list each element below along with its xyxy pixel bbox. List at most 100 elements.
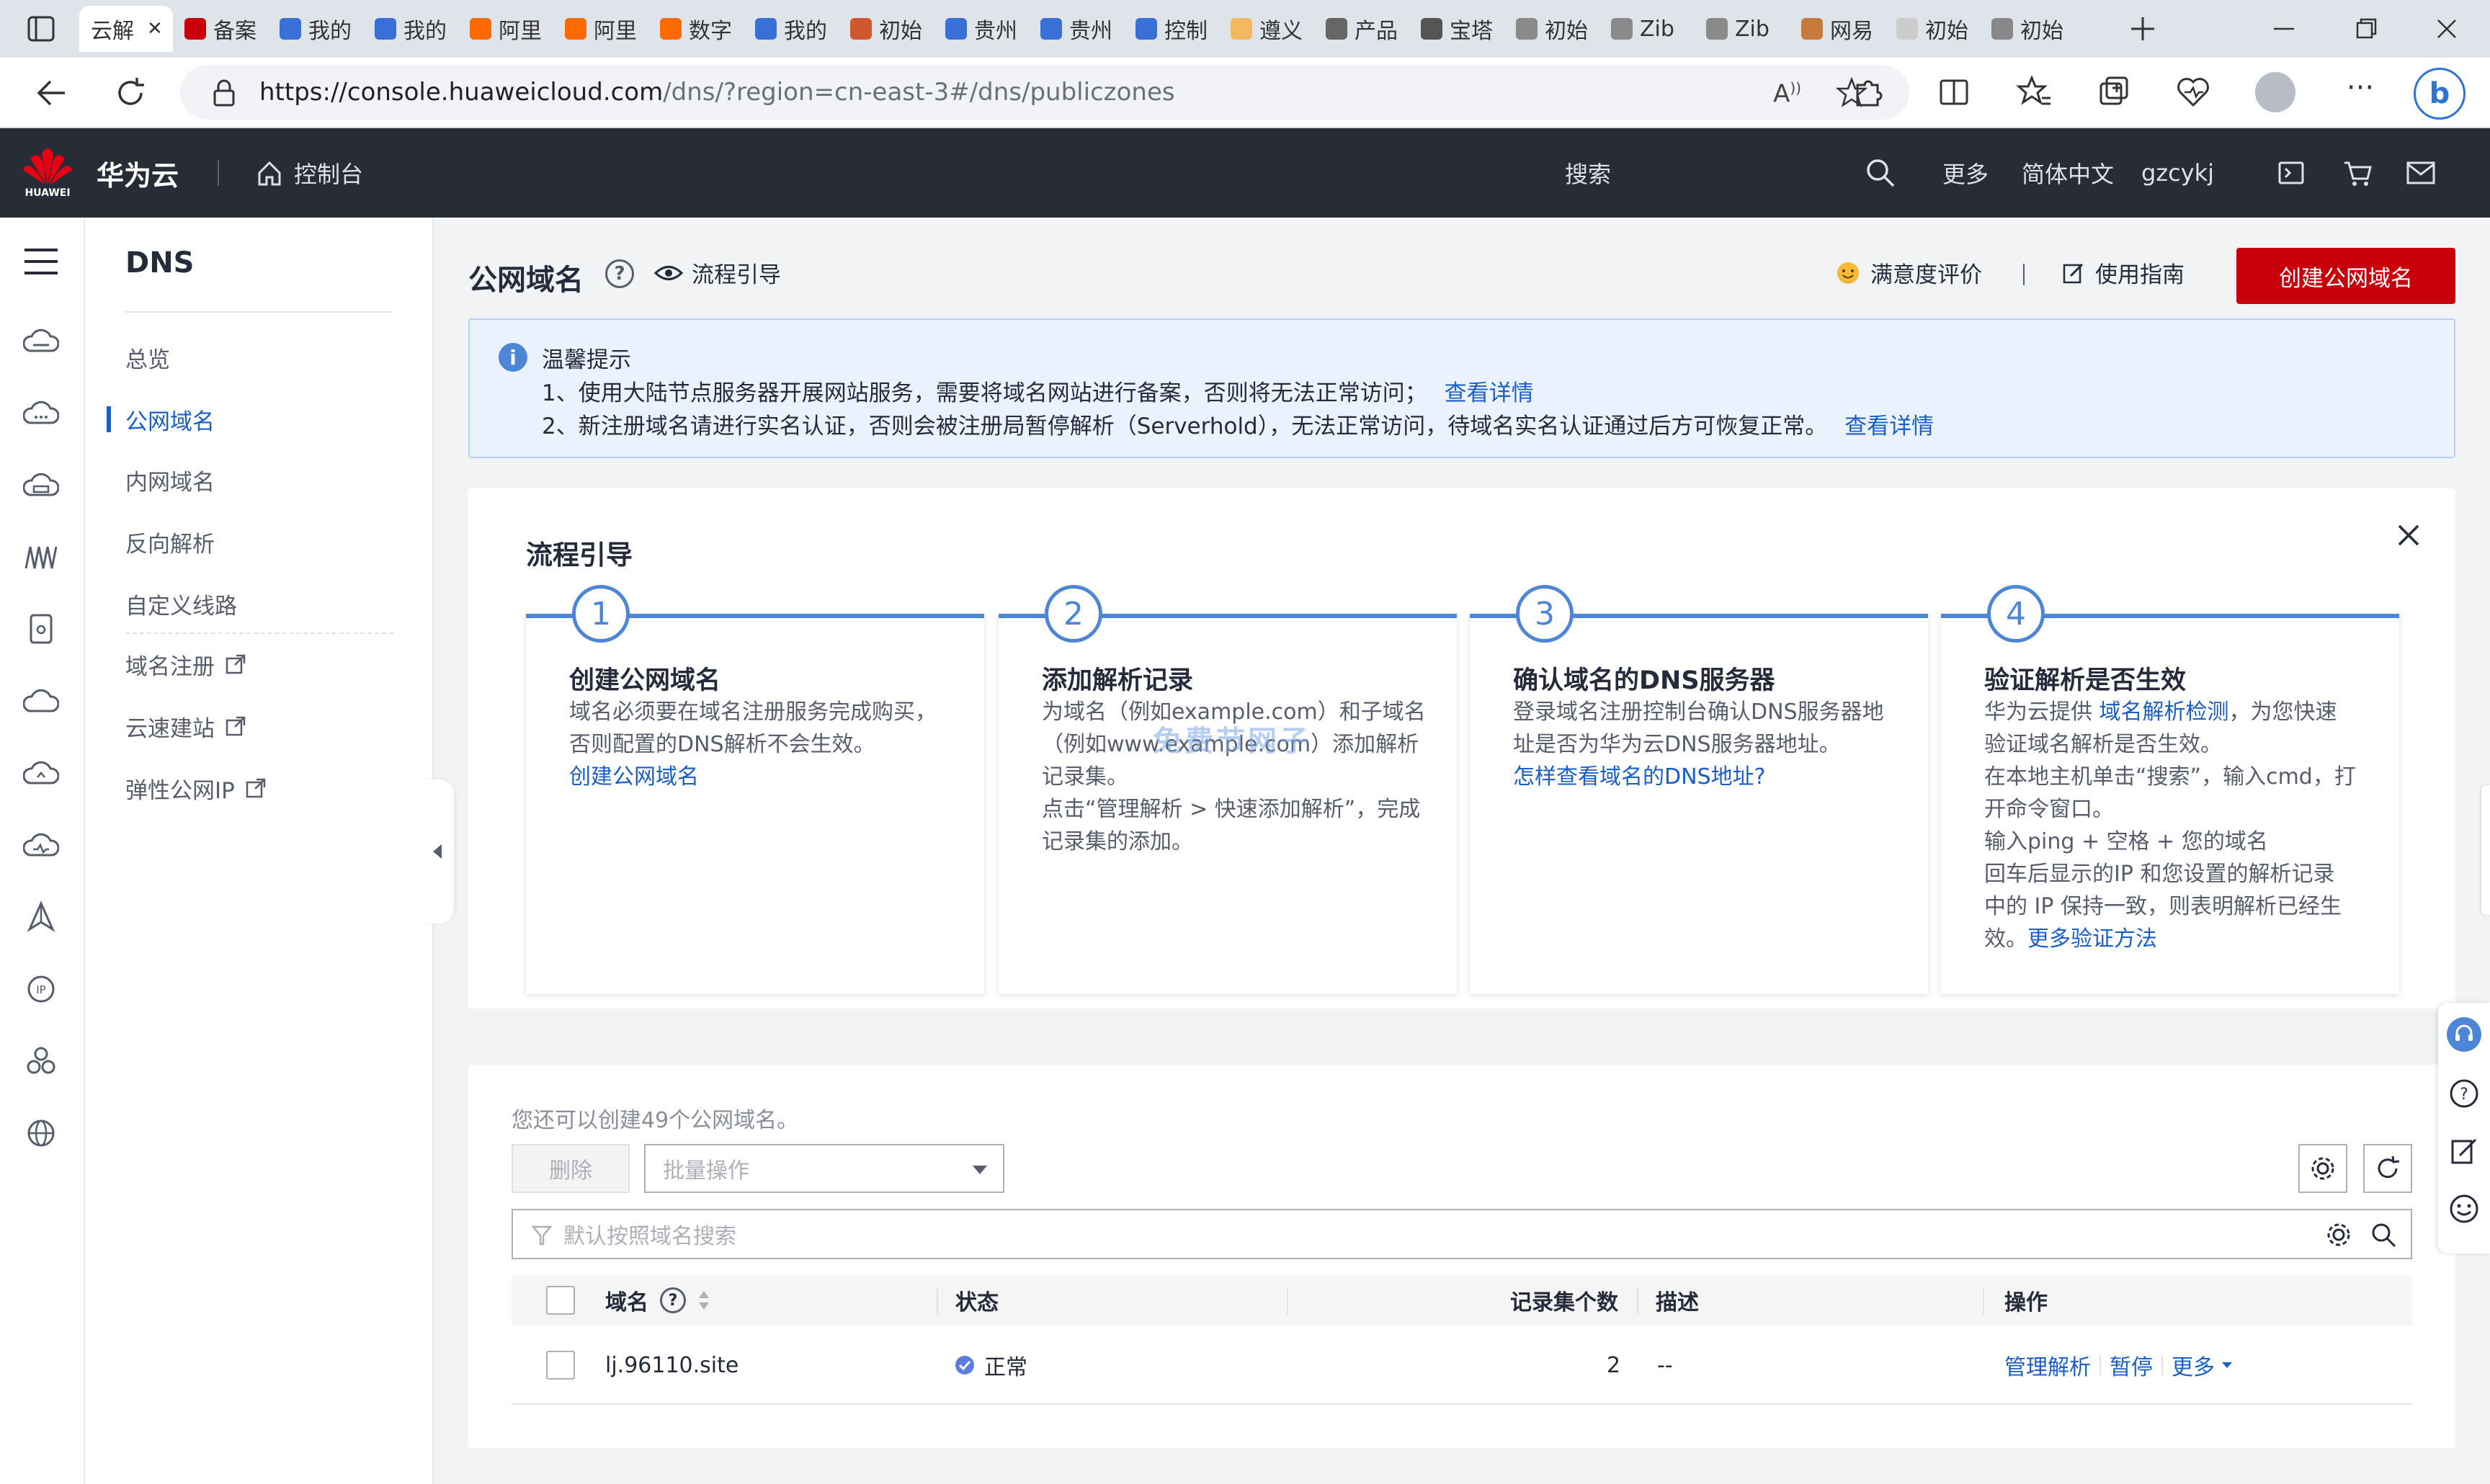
browser-tab[interactable]: 初始 (839, 6, 934, 52)
browser-tab[interactable]: 我的 (268, 6, 363, 52)
bing-copilot-icon[interactable]: b (2414, 68, 2466, 120)
browser-tab[interactable]: 阿里 (553, 6, 648, 52)
cloud-server-icon[interactable] (19, 318, 63, 363)
refresh-icon[interactable] (112, 75, 148, 111)
sidebar-item-public-zones[interactable]: 公网域名 (125, 398, 215, 441)
browser-tab[interactable]: 网易 (1790, 6, 1885, 52)
browser-tab[interactable]: Zib (1695, 6, 1790, 52)
pause-link[interactable]: 暂停 (2110, 1349, 2153, 1381)
settings-more-icon[interactable]: ··· (2342, 73, 2379, 111)
cart-icon[interactable] (2342, 157, 2373, 189)
notice-line-1-link[interactable]: 查看详情 (1445, 380, 1534, 406)
sidebar-collapse-button[interactable] (421, 779, 454, 924)
new-tab-button[interactable] (2125, 12, 2160, 46)
cloud-monitor-icon[interactable] (19, 823, 63, 867)
create-public-zone-button[interactable]: 创建公网域名 (2236, 248, 2455, 304)
domain-search-input[interactable]: 默认按照域名搜索 (512, 1209, 2412, 1259)
browser-tab[interactable]: 初始 (1504, 6, 1599, 52)
browser-essentials-icon[interactable] (2174, 73, 2212, 111)
create-public-zone-link[interactable]: 创建公网域名 (569, 761, 958, 793)
collections-icon[interactable] (2095, 73, 2133, 111)
search-icon[interactable] (2369, 1220, 2398, 1249)
read-aloud-icon[interactable]: A)) (1773, 79, 1801, 108)
storage-icon[interactable] (19, 607, 63, 651)
scrollbar-handle[interactable] (2481, 785, 2490, 915)
topbar-more[interactable]: 更多 (1942, 128, 1989, 218)
satisfaction-smiley-icon[interactable] (2447, 1192, 2481, 1226)
cloud-database-icon[interactable] (19, 462, 63, 507)
browser-tab[interactable]: 数字 (648, 6, 744, 52)
table-settings-button[interactable] (2298, 1144, 2347, 1193)
browser-tab[interactable]: 贵州 (934, 6, 1029, 52)
user-name[interactable]: gzcykj (2141, 128, 2214, 218)
close-icon[interactable] (2395, 522, 2422, 549)
lock-icon[interactable] (212, 79, 236, 107)
restore-button[interactable] (2352, 14, 2380, 43)
profile-avatar[interactable] (2255, 72, 2295, 112)
select-all-checkbox[interactable] (546, 1286, 575, 1315)
flow-guide-toggle[interactable]: 流程引导 (654, 256, 781, 289)
help-question-icon[interactable]: ? (660, 1287, 686, 1313)
delete-button[interactable]: 删除 (512, 1144, 630, 1193)
browser-tab[interactable]: 初始 (1980, 6, 2075, 52)
user-guide-link[interactable]: 使用指南 (2062, 256, 2185, 289)
more-dropdown-link[interactable]: 更多 (2172, 1349, 2234, 1381)
browser-tab[interactable]: 宝塔 (1409, 6, 1504, 52)
more-verification-link[interactable]: 更多验证方法 (2027, 926, 2157, 952)
browser-tab[interactable]: 我的 (363, 6, 458, 52)
extensions-icon[interactable] (1849, 73, 1886, 111)
sidebar-item-reverse-resolution[interactable]: 反向解析 (125, 520, 215, 563)
favorites-icon[interactable] (2016, 73, 2053, 111)
browser-tab[interactable]: 初始 (1885, 6, 1980, 52)
sidebar-item-domain-registration[interactable]: 域名注册 (125, 643, 246, 686)
huawei-logo[interactable]: HUAWEI (20, 143, 75, 203)
close-window-button[interactable] (2432, 14, 2461, 43)
batch-operation-select[interactable]: 批量操作 (644, 1144, 1004, 1193)
help-circle-icon[interactable]: ? (2447, 1076, 2481, 1111)
dns-check-link[interactable]: 域名解析检测 (2099, 699, 2229, 725)
sidebar-item-private-zones[interactable]: 内网域名 (125, 458, 215, 501)
check-dns-server-link[interactable]: 怎样查看域名的DNS地址? (1513, 761, 1902, 793)
cloud-icon[interactable] (19, 679, 63, 723)
mail-icon[interactable] (2405, 158, 2437, 187)
terminal-icon[interactable] (2277, 158, 2306, 187)
column-domain[interactable]: 域名 ? (605, 1275, 710, 1326)
satisfaction-rating-link[interactable]: 满意度评价 (1836, 256, 1982, 289)
close-tab-icon[interactable]: ✕ (147, 18, 163, 40)
console-link[interactable]: 控制台 (255, 128, 363, 218)
language-switch[interactable]: 简体中文 (2022, 128, 2114, 218)
search-icon[interactable] (1865, 157, 1896, 189)
navigation-icon[interactable] (19, 895, 63, 939)
refresh-button[interactable] (2363, 1144, 2412, 1193)
cloud-service-icon[interactable] (19, 390, 63, 435)
customer-service-icon[interactable] (2447, 1017, 2481, 1052)
feedback-edit-icon[interactable] (2447, 1134, 2481, 1168)
browser-tab[interactable]: 遵义 (1219, 6, 1314, 52)
cluster-icon[interactable] (19, 1039, 63, 1083)
browser-tab[interactable]: 贵州 (1029, 6, 1124, 52)
sidebar-item-custom-lines[interactable]: 自定义线路 (125, 582, 237, 625)
sidebar-item-site-builder[interactable]: 云速建站 (125, 705, 246, 748)
back-arrow-icon[interactable] (33, 75, 69, 111)
cloud-upload-icon[interactable] (19, 751, 63, 795)
sidebar-item-elastic-ip[interactable]: 弹性公网IP (125, 766, 267, 810)
manage-records-link[interactable]: 管理解析 (2004, 1349, 2091, 1381)
sidebar-item-overview[interactable]: 总览 (125, 336, 170, 379)
search-settings-gear-icon[interactable] (2324, 1220, 2353, 1249)
browser-tab[interactable]: 备案 (173, 6, 268, 52)
browser-tab[interactable]: Zib (1599, 6, 1695, 52)
sort-icon[interactable] (697, 1289, 710, 1311)
domain-name-link[interactable]: lj.96110.site (605, 1326, 738, 1405)
menu-hamburger-icon[interactable] (19, 239, 63, 284)
browser-tab[interactable]: 产品 (1314, 6, 1409, 52)
topbar-search[interactable]: 搜索 (1565, 128, 1611, 218)
minimize-button[interactable] (2270, 14, 2298, 43)
notice-line-2-link[interactable]: 查看详情 (1844, 414, 1934, 439)
browser-tab[interactable]: 我的 (744, 6, 839, 52)
load-balancer-icon[interactable] (19, 535, 63, 579)
ip-icon[interactable]: IP (19, 967, 63, 1011)
row-checkbox[interactable] (546, 1351, 575, 1380)
tab-actions-icon[interactable] (27, 16, 55, 42)
help-question-icon[interactable]: ? (605, 259, 634, 288)
brand-name[interactable]: 华为云 (97, 128, 179, 218)
